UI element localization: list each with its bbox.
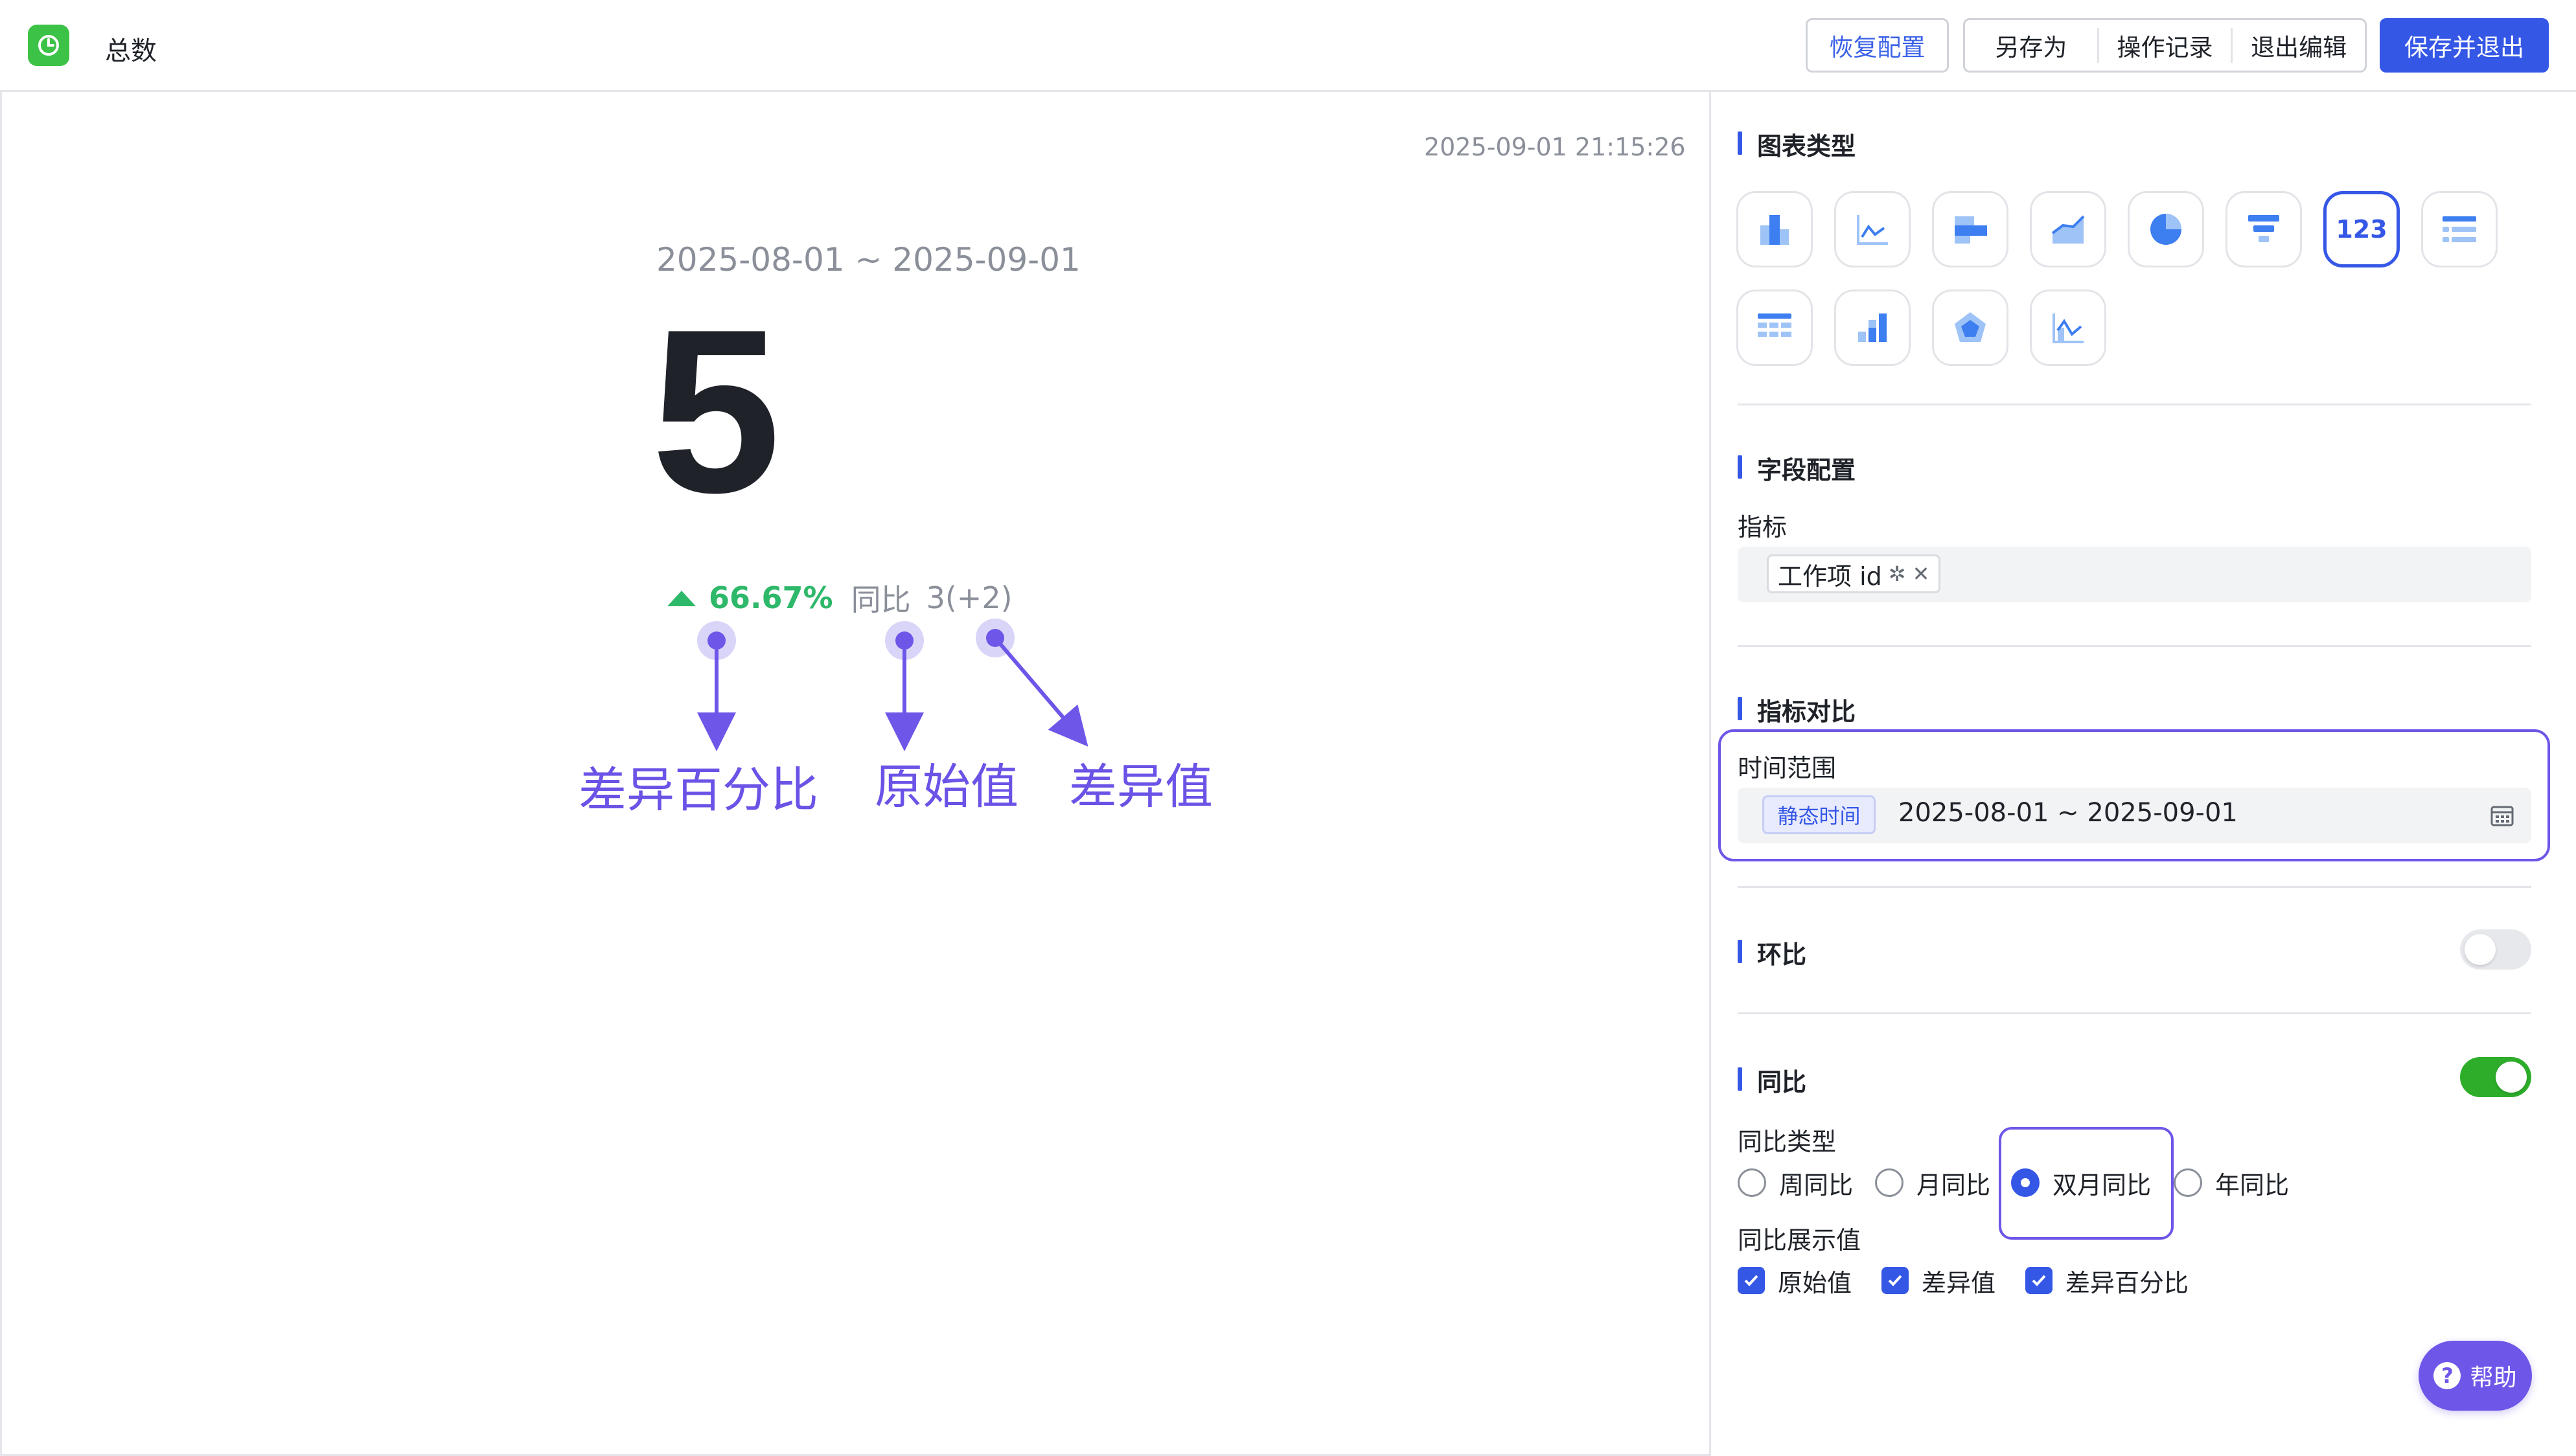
arrow-up-icon	[667, 591, 696, 606]
annotation-diff-value: 差异值	[1069, 759, 1213, 815]
page-title: 总数	[105, 36, 157, 66]
preview-panel	[0, 92, 1711, 1456]
yoy-toggle[interactable]	[2460, 1057, 2531, 1097]
radio-label: 周同比	[1779, 1170, 1854, 1200]
time-range-label: 时间范围	[1738, 754, 1837, 782]
mom-title: 环比	[1738, 935, 1806, 970]
question-icon: ?	[2433, 1362, 2461, 1389]
settings-icon[interactable]: ✲	[1889, 562, 1906, 586]
save-and-exit-button[interactable]: 保存并退出	[2380, 18, 2549, 73]
line-chart-icon[interactable]	[1834, 191, 1911, 267]
radio-bimonth-yoy[interactable]: 双月同比	[2011, 1166, 2152, 1200]
history-button[interactable]: 操作记录	[2099, 28, 2233, 63]
checkbox-raw-value[interactable]: 原始值	[1738, 1264, 1852, 1297]
radio-circle[interactable]	[1738, 1168, 1766, 1197]
yoy-title: 同比	[1738, 1062, 1806, 1098]
metric-compare-title: 指标对比	[1738, 692, 1856, 727]
stacked-bar-icon[interactable]	[1834, 290, 1911, 366]
exit-edit-button[interactable]: 退出编辑	[2233, 28, 2365, 63]
divider	[1738, 645, 2531, 647]
metric-value: 5	[651, 281, 781, 541]
radar-chart-icon[interactable]	[1932, 290, 2008, 366]
checkbox-checked[interactable]	[2025, 1267, 2053, 1294]
field-config-title: 字段配置	[1738, 450, 1856, 486]
radio-label: 月同比	[1916, 1170, 1991, 1200]
divider	[1738, 404, 2531, 405]
table-icon[interactable]	[1736, 290, 1813, 366]
radio-week-yoy[interactable]: 周同比	[1738, 1166, 1854, 1200]
static-time-tag[interactable]: 静态时间	[1762, 795, 1876, 834]
checkbox-checked[interactable]	[1881, 1267, 1909, 1294]
radio-circle-checked[interactable]	[2011, 1168, 2040, 1197]
help-button[interactable]: ? 帮助	[2419, 1341, 2532, 1411]
radio-label: 双月同比	[2053, 1170, 2152, 1200]
app-icon	[28, 25, 69, 66]
metric-field-name: 工作项 id	[1778, 562, 1882, 591]
yoy-type-label: 同比类型	[1738, 1128, 1837, 1156]
date-range: 2025-08-01 ~ 2025-09-01	[656, 241, 1081, 279]
list-icon[interactable]	[2421, 191, 2498, 267]
checkbox-label: 差异值	[1922, 1268, 1996, 1297]
annotation-diff-percent: 差异百分比	[579, 762, 818, 818]
save-as-button[interactable]: 另存为	[1965, 28, 2099, 63]
checkbox-label: 差异百分比	[2065, 1268, 2189, 1297]
combo-chart-icon[interactable]	[2030, 290, 2106, 366]
radio-label: 年同比	[2215, 1170, 2290, 1200]
check-icon	[2032, 1275, 2046, 1286]
radio-circle[interactable]	[1875, 1168, 1903, 1197]
help-label: 帮助	[2470, 1365, 2517, 1391]
number-card-icon[interactable]: 123	[2323, 191, 2400, 267]
radio-month-yoy[interactable]: 月同比	[1875, 1166, 1991, 1200]
horizontal-bar-icon[interactable]	[1932, 191, 2008, 267]
annotation-arrows	[697, 619, 1088, 751]
top-bar: 总数 恢复配置 另存为 操作记录 退出编辑 保存并退出	[0, 0, 2576, 92]
number-card-text: 123	[2336, 215, 2387, 244]
chart-type-title: 图表类型	[1738, 126, 1856, 162]
annotation-raw-value: 原始值	[875, 759, 1018, 815]
metric-label: 指标	[1738, 513, 1788, 541]
checkbox-diff-value[interactable]: 差异值	[1881, 1264, 1995, 1297]
checkbox-diff-percent[interactable]: 差异百分比	[2025, 1264, 2189, 1297]
check-icon	[1888, 1275, 1902, 1286]
funnel-chart-icon[interactable]	[2225, 191, 2302, 267]
divider	[1738, 1012, 2531, 1014]
clock-icon	[38, 35, 59, 56]
check-icon	[1744, 1275, 1758, 1286]
checkbox-label: 原始值	[1778, 1268, 1852, 1297]
action-button-group: 另存为 操作记录 退出编辑	[1963, 18, 2367, 73]
restore-config-button[interactable]: 恢复配置	[1806, 18, 1949, 73]
pie-chart-icon[interactable]	[2128, 191, 2204, 267]
mom-toggle[interactable]	[2460, 929, 2531, 970]
bar-chart-icon[interactable]	[1736, 191, 1813, 267]
area-chart-icon[interactable]	[2030, 191, 2106, 267]
timestamp: 2025-09-01 21:15:26	[1424, 133, 1686, 161]
radio-circle[interactable]	[2174, 1168, 2202, 1197]
checkbox-checked[interactable]	[1738, 1267, 1765, 1294]
yoy-display-label: 同比展示值	[1738, 1226, 1861, 1255]
calendar-icon[interactable]	[2490, 803, 2514, 828]
radio-year-yoy[interactable]: 年同比	[2174, 1166, 2290, 1200]
time-range-value: 2025-08-01 ~ 2025-09-01	[1898, 798, 2238, 828]
close-icon[interactable]: ✕	[1913, 562, 1930, 586]
divider	[1738, 886, 2531, 888]
metric-field-tag[interactable]: 工作项 id ✲ ✕	[1767, 554, 1941, 593]
